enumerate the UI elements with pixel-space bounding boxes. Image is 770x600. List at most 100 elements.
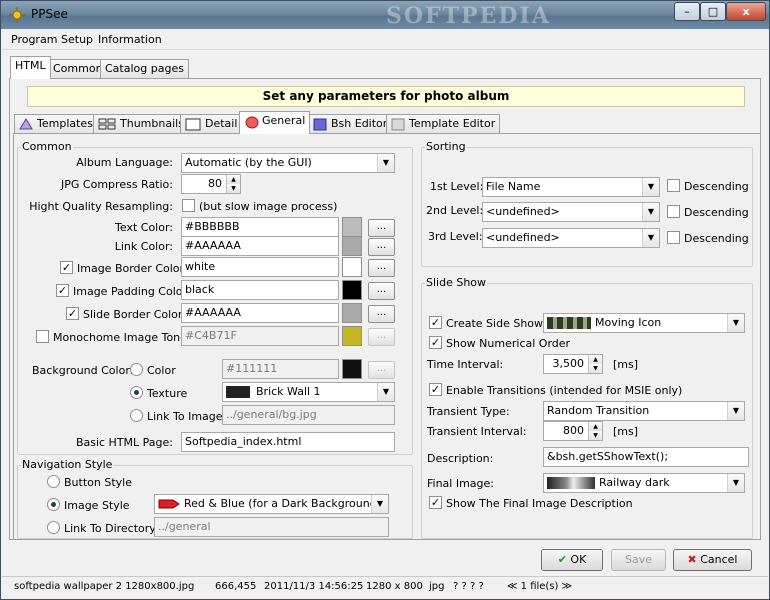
bsh-editor-icon [313, 118, 327, 131]
album-language-select[interactable]: Automatic (by the GUI) ▼ [181, 153, 395, 173]
final-image-select[interactable]: Railway dark ▼ [543, 473, 745, 493]
numerical-order-checkbox[interactable]: ✓ [429, 336, 442, 349]
transient-interval-spinner[interactable]: 800 ▲ ▼ [543, 421, 603, 441]
chevron-down-icon: ▼ [727, 402, 744, 420]
button-style-radio[interactable] [47, 475, 60, 488]
status-dims: 1280 x 800 [366, 581, 423, 592]
link-color-field[interactable]: #AAAAAA [181, 236, 339, 256]
link-color-label: Link Color: [114, 240, 173, 253]
link-image-field[interactable]: ../general/bg.jpg [222, 405, 395, 425]
save-button[interactable]: Save [611, 549, 666, 571]
text-color-picker-button[interactable]: ... [368, 219, 395, 237]
sort-level-1-select[interactable]: File Name ▼ [482, 177, 660, 197]
slide-border-checkbox[interactable]: ✓ [66, 307, 79, 320]
spin-down-icon[interactable]: ▼ [226, 184, 240, 193]
bg-color-picker-button[interactable]: ... [368, 361, 395, 379]
border-color-checkbox[interactable]: ✓ [60, 261, 73, 274]
texture-value: Brick Wall 1 [256, 385, 321, 398]
link-image-radio[interactable] [130, 409, 143, 422]
tab-detail[interactable]: Detail [180, 114, 243, 134]
transitions-checkbox[interactable]: ✓ [429, 383, 442, 396]
tab-bsh-editor[interactable]: Bsh Editor [308, 114, 393, 134]
bg-color-swatch[interactable] [342, 359, 362, 379]
link-color-picker-button[interactable]: ... [368, 238, 395, 256]
window-title: PPSee [31, 7, 68, 21]
chevron-down-icon: ▼ [642, 229, 659, 247]
hq-checkbox[interactable] [182, 199, 195, 212]
jpg-ratio-spinner[interactable]: 80 ▲ ▼ [181, 174, 241, 194]
mono-label: Monochome Image Tone: [53, 331, 191, 344]
spin-down-icon[interactable]: ▼ [588, 364, 602, 373]
texture-select[interactable]: Brick Wall 1 ▼ [222, 382, 395, 402]
time-interval-spinner[interactable]: 3,500 ▲ ▼ [543, 354, 603, 374]
create-slideshow-label: Create Side Show [446, 317, 544, 330]
slideshow-style-select[interactable]: Moving Icon ▼ [543, 313, 745, 333]
close-button[interactable]: x [726, 2, 766, 21]
padding-color-swatch[interactable] [342, 280, 362, 300]
minimize-button[interactable]: – [674, 2, 700, 21]
description-field[interactable]: &bsh.getSShowText(); [543, 447, 749, 467]
sorting-title: Sorting [425, 140, 467, 153]
tab-common[interactable]: Common [48, 59, 108, 79]
tab-html[interactable]: HTML [10, 56, 51, 79]
link-color-swatch[interactable] [342, 236, 362, 256]
menu-setup[interactable]: Setup [61, 33, 93, 46]
final-description-checkbox[interactable]: ✓ [429, 496, 442, 509]
texture-radio[interactable] [130, 386, 143, 399]
sort-level-2-select[interactable]: <undefined> ▼ [482, 202, 660, 222]
ok-button[interactable]: ✔ OK [541, 549, 603, 571]
status-file: softpedia wallpaper 2 1280x800.jpg [14, 581, 195, 592]
mono-checkbox[interactable] [36, 330, 49, 343]
tab-template-editor[interactable]: Template Editor [386, 114, 501, 134]
spin-up-icon[interactable]: ▲ [226, 175, 240, 184]
padding-color-field[interactable]: black [181, 280, 339, 300]
tab-templates[interactable]: Templates [14, 114, 98, 134]
link-dir-field[interactable]: ../general [154, 517, 389, 537]
menu-information[interactable]: Information [98, 33, 162, 46]
spin-up-icon[interactable]: ▲ [588, 422, 602, 431]
transient-type-select[interactable]: Random Transition ▼ [543, 401, 745, 421]
border-color-field[interactable]: white [181, 257, 339, 277]
text-color-field[interactable]: #BBBBBB [181, 217, 339, 237]
bg-color-radio[interactable] [130, 363, 143, 376]
create-slideshow-checkbox[interactable]: ✓ [429, 316, 442, 329]
status-bar: softpedia wallpaper 2 1280x800.jpg 666,4… [2, 576, 768, 599]
padding-color-checkbox[interactable]: ✓ [56, 284, 69, 297]
chevron-down-icon: ▼ [377, 383, 394, 401]
bg-color-field[interactable]: #111111 [222, 359, 339, 379]
tab-catalog-pages[interactable]: Catalog pages [100, 59, 189, 79]
mono-picker-button[interactable]: ... [368, 328, 395, 346]
text-color-swatch[interactable] [342, 217, 362, 237]
slide-border-swatch[interactable] [342, 303, 362, 323]
maximize-button[interactable]: □ [700, 2, 726, 21]
sort-level-3-select[interactable]: <undefined> ▼ [482, 228, 660, 248]
image-style-select[interactable]: Red & Blue (for a Dark Background) ▼ [154, 494, 389, 514]
border-color-picker-button[interactable]: ... [368, 259, 395, 277]
image-style-radio[interactable] [47, 498, 60, 511]
mono-swatch[interactable] [342, 326, 362, 346]
spin-up-icon[interactable]: ▲ [588, 355, 602, 364]
basic-page-field[interactable]: Softpedia_index.html [181, 432, 395, 452]
sort-level-1-value: File Name [486, 180, 541, 193]
final-image-label: Final Image: [427, 477, 495, 490]
sort-level-2-label: 2nd Level: [426, 204, 484, 217]
sort-level-3-descending-checkbox[interactable] [667, 231, 680, 244]
title-bar: PPSee SOFTPEDIA – □ x [1, 1, 769, 29]
sort-level-2-descending-checkbox[interactable] [667, 205, 680, 218]
texture-radio-label: Texture [147, 387, 188, 400]
slide-border-field[interactable]: #AAAAAA [181, 303, 339, 323]
cancel-button[interactable]: ✖ Cancel [673, 549, 752, 571]
menu-program[interactable]: Program [11, 33, 57, 46]
check-icon: ✔ [557, 553, 567, 566]
slide-border-picker-button[interactable]: ... [368, 305, 395, 323]
link-dir-radio[interactable] [47, 521, 60, 534]
sort-level-1-descending-checkbox[interactable] [667, 179, 680, 192]
border-color-swatch[interactable] [342, 257, 362, 277]
mono-field[interactable]: #C4B71F [181, 326, 339, 346]
image-style-value: Red & Blue (for a Dark Background) [184, 497, 381, 510]
tab-thumbnails[interactable]: Thumbnails [93, 114, 189, 134]
padding-color-picker-button[interactable]: ... [368, 282, 395, 300]
chevron-down-icon: ▼ [377, 154, 394, 172]
spin-down-icon[interactable]: ▼ [588, 431, 602, 440]
tab-general[interactable]: General [239, 111, 311, 134]
